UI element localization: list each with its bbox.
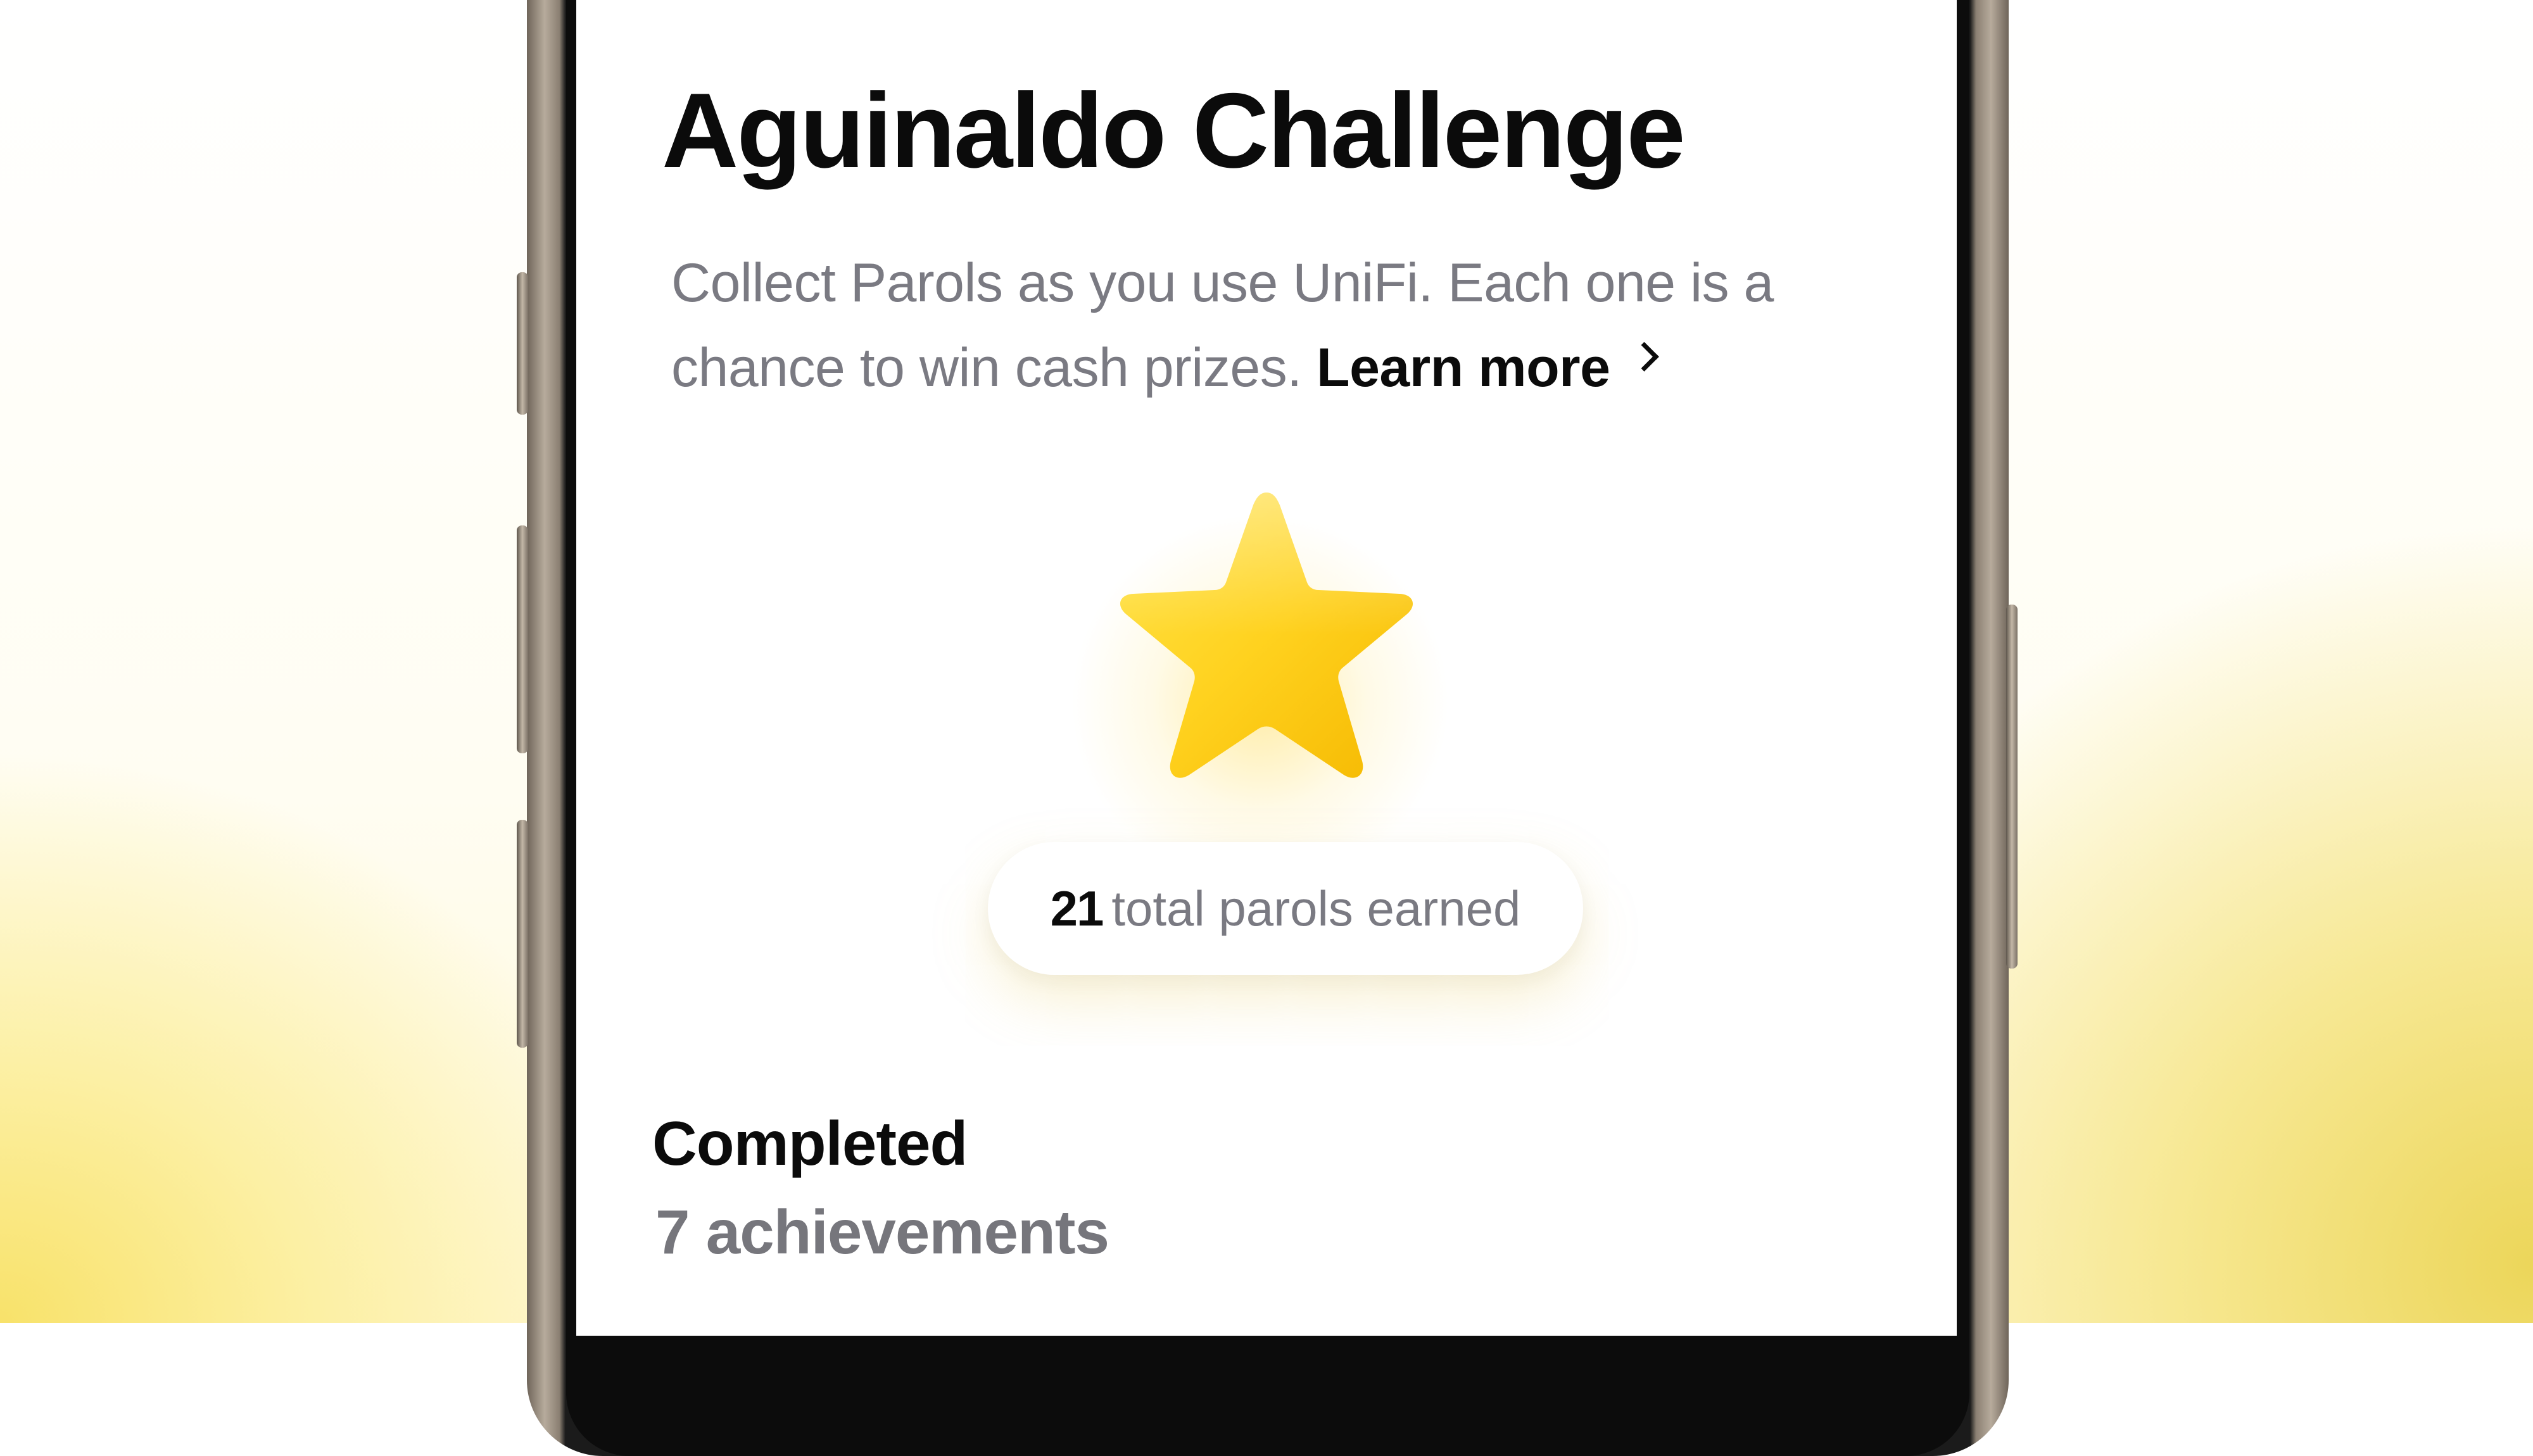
learn-more-label: Learn more xyxy=(1317,337,1610,398)
phone-volume-down-button xyxy=(517,820,528,1048)
app-screen: Aguinaldo Challenge Collect Parols as yo… xyxy=(576,0,1957,1336)
star-icon xyxy=(1120,493,1413,778)
learn-more-link[interactable]: Learn more xyxy=(1317,337,1660,398)
parols-count: 21 xyxy=(1050,880,1104,936)
completed-heading: Completed xyxy=(652,1108,968,1178)
parols-count-badge: 21 total parols earned xyxy=(988,842,1583,975)
chevron-right-icon xyxy=(1629,342,1660,372)
phone-power-button xyxy=(2006,605,2018,969)
page-title: Aguinaldo Challenge xyxy=(662,71,1686,190)
challenge-description: Collect Parols as you use UniFi. Each on… xyxy=(671,241,1849,410)
parols-label: total parols earned xyxy=(1111,880,1521,936)
phone-volume-up-button xyxy=(517,525,528,753)
phone-action-button xyxy=(517,272,528,415)
achievements-count[interactable]: 7 achievements xyxy=(655,1196,1109,1268)
